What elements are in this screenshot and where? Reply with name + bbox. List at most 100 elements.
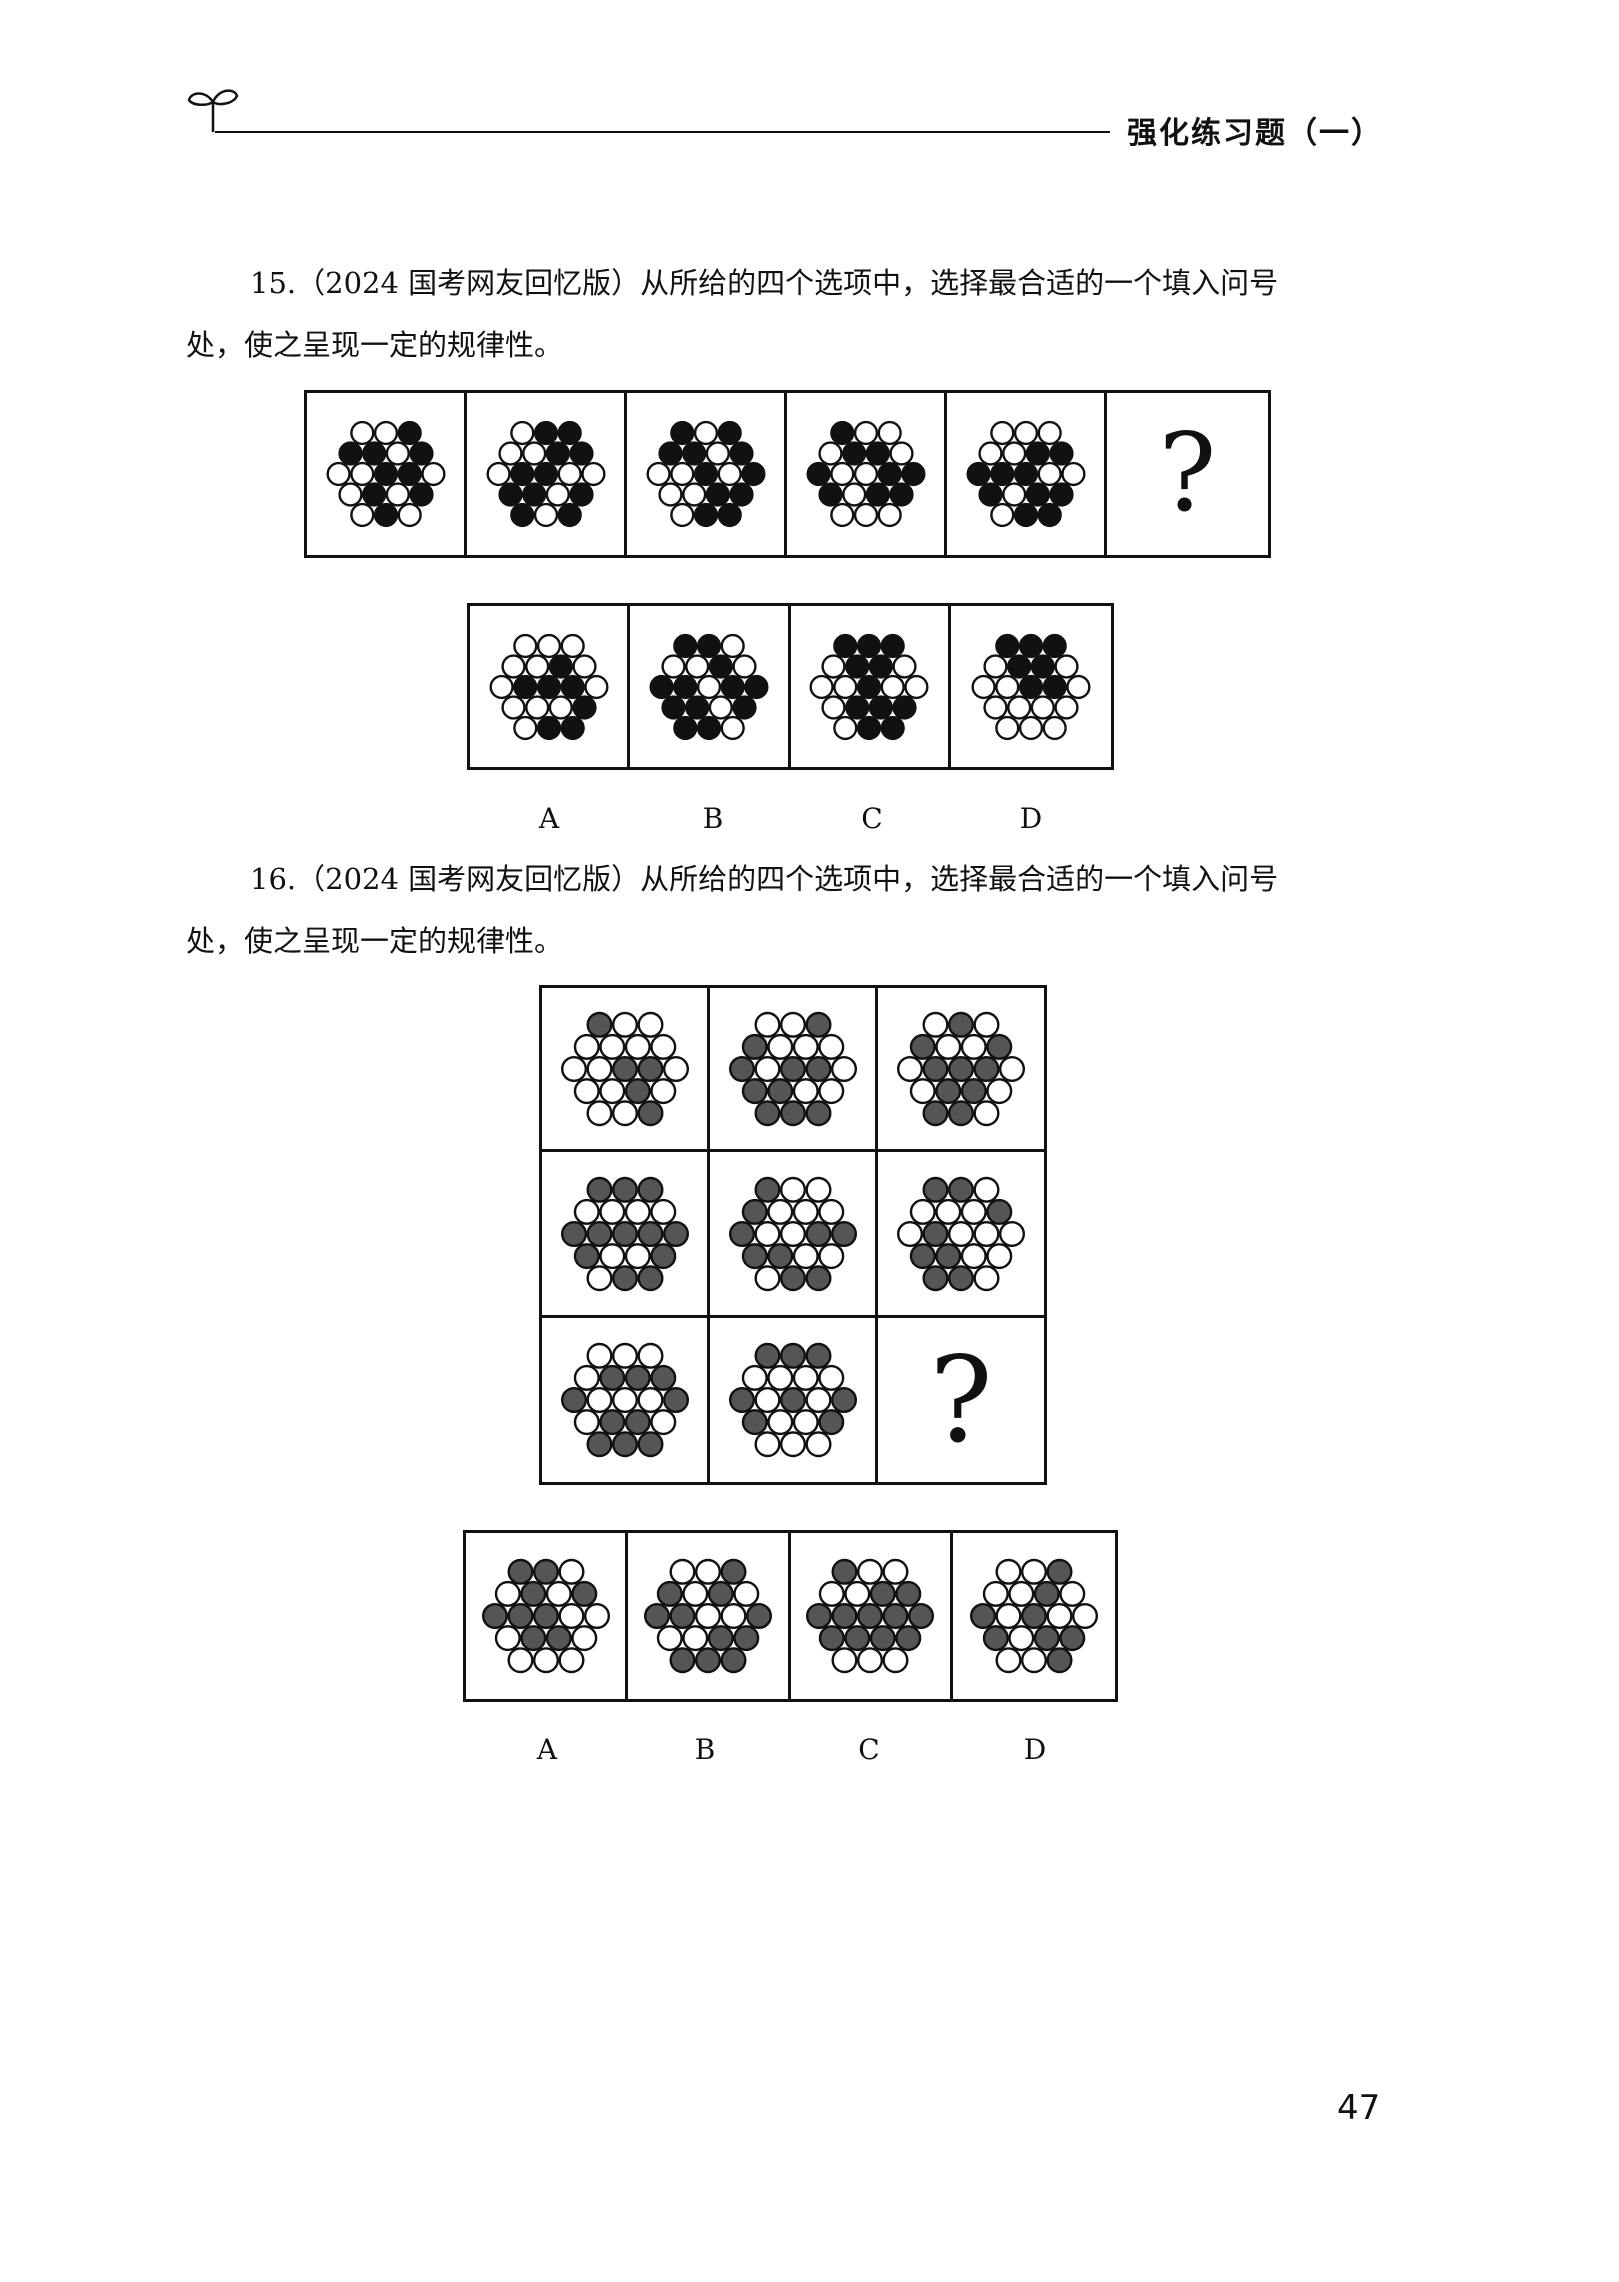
q16-option-c[interactable] (791, 1533, 953, 1699)
empty-circle (326, 461, 351, 487)
filled-circle (986, 1033, 1013, 1060)
filled-circle (948, 1264, 975, 1291)
filled-circle (868, 694, 894, 720)
filled-circle (908, 1603, 935, 1630)
empty-circle (1071, 1603, 1098, 1630)
filled-circle (841, 441, 866, 466)
empty-circle (804, 1387, 831, 1414)
filled-circle (373, 461, 398, 487)
q16-option-a[interactable] (466, 1533, 629, 1699)
q15-label-a: A (538, 802, 560, 835)
filled-circle (741, 1077, 768, 1104)
filled-circle (1042, 674, 1067, 699)
filled-circle (779, 1387, 806, 1414)
q15-option-c[interactable] (791, 606, 951, 767)
filled-circle (533, 420, 558, 446)
empty-circle (766, 1033, 793, 1060)
circle-cluster-figure (806, 420, 925, 528)
question-16-text: 16.（2024 国考网友回忆版）从所给的四个选项中，选择最合适的一个填入问号 … (186, 848, 1386, 972)
filled-circle (857, 1603, 884, 1630)
filled-circle (557, 502, 582, 528)
filled-circle (754, 1342, 781, 1369)
empty-circle (792, 1364, 819, 1391)
empty-circle (817, 1077, 844, 1104)
filled-circle (1013, 502, 1038, 528)
q15-figure-2 (467, 393, 627, 555)
filled-circle (408, 441, 434, 466)
empty-circle (598, 1033, 625, 1060)
empty-circle (573, 1077, 600, 1104)
circle-cluster-figure (966, 420, 1085, 528)
q15-sequence: ? (304, 390, 1271, 558)
circle-cluster-figure (649, 633, 769, 740)
filled-circle (969, 1603, 996, 1630)
q16-option-b[interactable] (628, 1533, 791, 1699)
empty-circle (524, 694, 549, 720)
q16-matrix: ? (539, 985, 1047, 1485)
empty-circle (909, 1077, 936, 1104)
empty-circle (1006, 694, 1032, 720)
filled-circle (922, 1220, 949, 1247)
q16-option-d[interactable] (953, 1533, 1115, 1699)
empty-circle (754, 1055, 781, 1082)
filled-circle (1033, 1625, 1060, 1652)
empty-circle (694, 1558, 721, 1585)
empty-circle (1001, 441, 1026, 466)
empty-circle (983, 694, 1008, 720)
empty-circle (489, 674, 514, 699)
empty-circle (1054, 694, 1079, 720)
empty-circle (580, 461, 605, 487)
empty-circle (977, 441, 1003, 466)
empty-circle (611, 1011, 638, 1038)
empty-circle (598, 1077, 625, 1104)
filled-circle (804, 1011, 831, 1038)
filled-circle (804, 1099, 831, 1126)
empty-circle (792, 1409, 819, 1436)
filled-circle (1018, 633, 1043, 658)
q16-figure-r2c3 (878, 1152, 1044, 1318)
filled-circle (560, 1220, 587, 1247)
empty-circle (779, 1220, 806, 1247)
q15-label-b: B (702, 802, 724, 835)
filled-circle (973, 1055, 1000, 1082)
empty-circle (922, 1011, 949, 1038)
empty-circle (754, 1011, 781, 1038)
circle-cluster-figure (806, 1558, 935, 1674)
circle-cluster-figure (560, 1342, 689, 1458)
filled-circle (868, 653, 894, 679)
filled-circle (948, 1099, 975, 1126)
filled-circle (536, 674, 561, 699)
question-15-text: 15.（2024 国考网友回忆版）从所给的四个选项中，选择最合适的一个填入问号 … (186, 252, 1386, 376)
empty-circle (909, 1198, 936, 1225)
filled-circle (1025, 482, 1050, 507)
q16-options (463, 1530, 1118, 1702)
circle-cluster-figure (728, 1011, 857, 1126)
filled-circle (545, 1625, 572, 1652)
filled-circle (560, 715, 585, 740)
filled-circle (643, 1603, 670, 1630)
filled-circle (636, 1176, 663, 1203)
filled-circle (935, 1242, 962, 1269)
empty-circle (586, 1387, 613, 1414)
empty-circle (817, 1198, 844, 1225)
filled-circle (922, 1055, 949, 1082)
question-mark: ? (1158, 411, 1217, 536)
filled-circle (649, 1242, 676, 1269)
empty-circle (935, 1198, 962, 1225)
empty-circle (995, 1647, 1022, 1674)
empty-circle (682, 1580, 709, 1607)
q15-option-b[interactable] (630, 606, 791, 767)
circle-cluster-figure (896, 1176, 1025, 1291)
filled-circle (586, 1011, 613, 1038)
filled-circle (948, 1011, 975, 1038)
q15-option-a[interactable] (470, 606, 631, 767)
filled-circle (573, 1242, 600, 1269)
filled-circle (598, 1409, 625, 1436)
q15-option-d[interactable] (951, 606, 1111, 767)
filled-circle (745, 1603, 772, 1630)
empty-circle (560, 1055, 587, 1082)
empty-circle (693, 420, 718, 446)
filled-circle (624, 1077, 651, 1104)
empty-circle (624, 1242, 651, 1269)
q16-label-c: C (858, 1733, 880, 1766)
